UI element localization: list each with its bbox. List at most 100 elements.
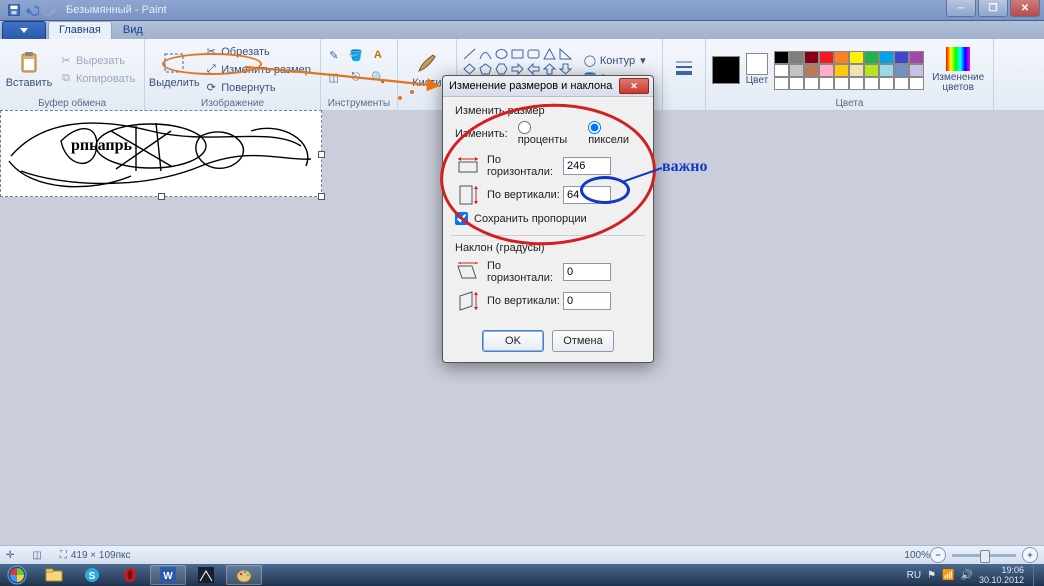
shape-triangle-icon[interactable] bbox=[559, 48, 573, 61]
tray-clock[interactable]: 19:0630.10.2012 bbox=[979, 565, 1024, 585]
shape-pentagon-icon[interactable] bbox=[479, 63, 493, 76]
color-swatch[interactable] bbox=[909, 51, 924, 64]
show-desktop-button[interactable] bbox=[1033, 564, 1042, 586]
qat-redo-icon[interactable] bbox=[42, 2, 58, 18]
color-swatch[interactable] bbox=[879, 64, 894, 77]
start-button[interactable] bbox=[0, 564, 34, 586]
color-swatch[interactable] bbox=[819, 64, 834, 77]
zoom-out-button[interactable]: − bbox=[930, 547, 946, 563]
skew-horiz-icon bbox=[455, 261, 481, 283]
color-swatch[interactable] bbox=[894, 77, 909, 90]
resize-handle-se[interactable] bbox=[318, 193, 325, 200]
eraser-tool-icon[interactable]: ◫ bbox=[327, 71, 341, 84]
magnifier-tool-icon[interactable]: 🔍 bbox=[371, 71, 385, 84]
color-swatch[interactable] bbox=[864, 51, 879, 64]
shape-diamond-icon[interactable] bbox=[463, 63, 477, 76]
shape-line-icon[interactable] bbox=[463, 48, 477, 61]
color-swatch[interactable] bbox=[879, 51, 894, 64]
dialog-cancel-button[interactable]: Отмена bbox=[552, 330, 614, 352]
canvas[interactable]: рпьапрь bbox=[0, 110, 322, 197]
color-swatch[interactable] bbox=[819, 77, 834, 90]
shape-arrow-right-icon[interactable] bbox=[511, 63, 525, 76]
color-swatch[interactable] bbox=[774, 77, 789, 90]
dialog-close-button[interactable]: ✕ bbox=[619, 78, 649, 94]
dialog-titlebar[interactable]: Изменение размеров и наклона ✕ bbox=[443, 76, 653, 97]
file-menu-button[interactable] bbox=[2, 21, 46, 39]
color-swatch[interactable] bbox=[879, 77, 894, 90]
canvas-drawing bbox=[1, 111, 321, 196]
color-swatch[interactable] bbox=[834, 64, 849, 77]
qat-undo-icon[interactable] bbox=[24, 2, 40, 18]
taskbar-word-icon[interactable]: W bbox=[150, 565, 186, 585]
color-swatch[interactable] bbox=[909, 77, 924, 90]
color-swatch[interactable] bbox=[789, 64, 804, 77]
color-swatch[interactable] bbox=[789, 77, 804, 90]
edit-colors-button[interactable]: Изменение цветов bbox=[929, 42, 987, 98]
color-swatch[interactable] bbox=[804, 51, 819, 64]
shape-curve-icon[interactable] bbox=[479, 48, 493, 61]
fill-tool-icon[interactable]: 🪣 bbox=[349, 49, 363, 62]
window-maximize-button[interactable]: ❐ bbox=[978, 0, 1008, 17]
color-swatch[interactable] bbox=[894, 64, 909, 77]
shape-roundrect-icon[interactable] bbox=[527, 48, 541, 61]
window-titlebar: Безымянный - Paint ─ ❐ ✕ bbox=[0, 0, 1044, 21]
skew-vert-input[interactable] bbox=[563, 292, 611, 310]
shape-arrow-up-icon[interactable] bbox=[543, 63, 557, 76]
tray-lang[interactable]: RU bbox=[907, 570, 921, 581]
tray-volume-icon[interactable]: 🔊 bbox=[961, 570, 973, 581]
taskbar-paint-icon[interactable] bbox=[226, 565, 262, 585]
color-swatch[interactable] bbox=[849, 64, 864, 77]
text-tool-icon[interactable]: A bbox=[371, 49, 385, 62]
color-palette[interactable] bbox=[774, 51, 923, 89]
stroke-size-icon[interactable] bbox=[674, 58, 694, 81]
resize-handle-s[interactable] bbox=[158, 193, 165, 200]
tab-home[interactable]: Главная bbox=[48, 21, 112, 39]
color-swatch[interactable] bbox=[834, 51, 849, 64]
color-swatch[interactable] bbox=[804, 77, 819, 90]
color2-swatch[interactable] bbox=[746, 53, 768, 75]
color-swatch[interactable] bbox=[849, 77, 864, 90]
copy-button[interactable]: ⧉Копировать bbox=[56, 70, 138, 87]
color1-swatch[interactable] bbox=[712, 56, 740, 84]
shape-hexagon-icon[interactable] bbox=[495, 63, 509, 76]
window-close-button[interactable]: ✕ bbox=[1010, 0, 1040, 17]
picker-tool-icon[interactable]: ⎋ bbox=[349, 71, 363, 84]
tab-view[interactable]: Вид bbox=[112, 21, 154, 39]
group-colors: Цвет Изменение цветов Цвета bbox=[706, 39, 994, 111]
color-swatch[interactable] bbox=[774, 64, 789, 77]
color-swatch[interactable] bbox=[864, 64, 879, 77]
color-swatch[interactable] bbox=[849, 51, 864, 64]
color-swatch[interactable] bbox=[864, 77, 879, 90]
taskbar-explorer-icon[interactable] bbox=[36, 565, 72, 585]
color-swatch[interactable] bbox=[834, 77, 849, 90]
tray-flag-icon[interactable]: ⚑ bbox=[927, 570, 936, 581]
window-minimize-button[interactable]: ─ bbox=[946, 0, 976, 17]
zoom-slider[interactable] bbox=[952, 554, 1016, 557]
color-swatch[interactable] bbox=[789, 51, 804, 64]
shape-oval-icon[interactable] bbox=[495, 48, 509, 61]
shape-rect-icon[interactable] bbox=[511, 48, 525, 61]
pencil-tool-icon[interactable]: ✎ bbox=[327, 49, 341, 62]
cut-button[interactable]: ✂Вырезать bbox=[56, 52, 138, 69]
color-swatch[interactable] bbox=[894, 51, 909, 64]
shape-polygon-icon[interactable] bbox=[543, 48, 557, 61]
dialog-ok-button[interactable]: OK bbox=[482, 330, 544, 352]
color-swatch[interactable] bbox=[804, 64, 819, 77]
paste-button[interactable]: Вставить bbox=[6, 42, 52, 98]
color-swatch[interactable] bbox=[774, 51, 789, 64]
color-swatch[interactable] bbox=[819, 51, 834, 64]
taskbar-app-icon[interactable] bbox=[188, 565, 224, 585]
skew-vert-label: По вертикали: bbox=[487, 295, 563, 307]
shape-arrow-down-icon[interactable] bbox=[559, 63, 573, 76]
shape-outline-button[interactable]: ◯Контур▾ bbox=[580, 52, 656, 69]
taskbar-opera-icon[interactable] bbox=[112, 565, 148, 585]
skew-horiz-input[interactable] bbox=[563, 263, 611, 281]
tray-network-icon[interactable]: 📶 bbox=[942, 570, 954, 581]
qat-save-icon[interactable] bbox=[6, 2, 22, 18]
shape-arrow-left-icon[interactable] bbox=[527, 63, 541, 76]
zoom-in-button[interactable]: + bbox=[1022, 547, 1038, 563]
rotate-button[interactable]: ⟳Повернуть bbox=[201, 79, 314, 96]
resize-handle-e[interactable] bbox=[318, 151, 325, 158]
color-swatch[interactable] bbox=[909, 64, 924, 77]
taskbar-skype-icon[interactable]: S bbox=[74, 565, 110, 585]
